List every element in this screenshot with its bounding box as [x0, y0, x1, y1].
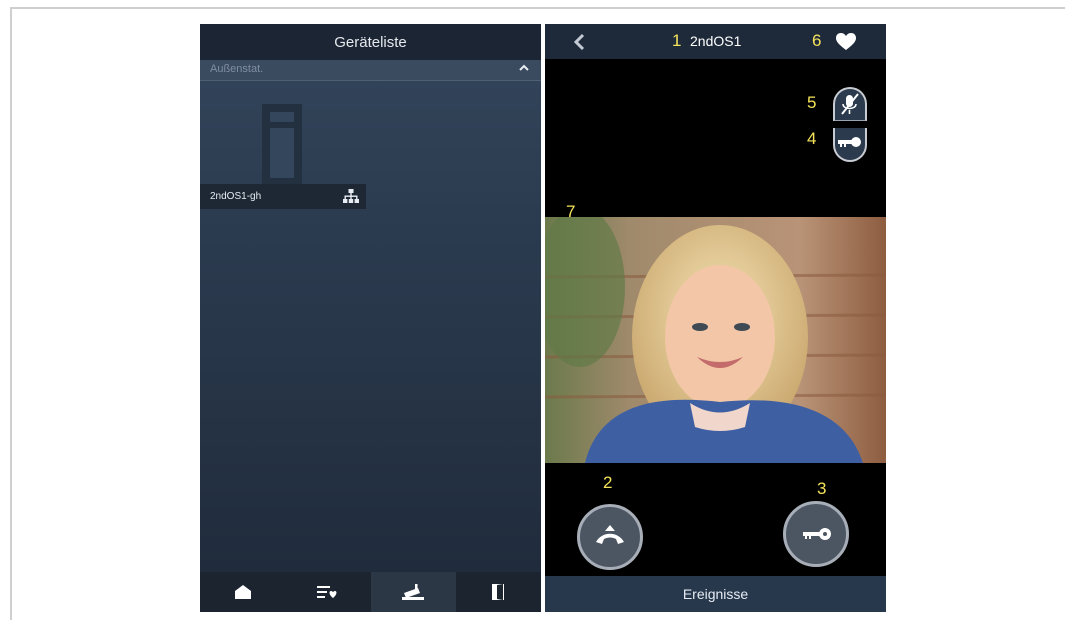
callout-3: 3: [817, 479, 827, 498]
camera-icon: [402, 584, 425, 600]
device-name: 2ndOS1-gh: [210, 191, 262, 202]
tab-door[interactable]: [456, 572, 541, 612]
video-feed-picture: [545, 217, 886, 463]
favorite-heart-icon[interactable]: [836, 33, 856, 51]
callout-6: 6: [812, 31, 822, 50]
tab-home[interactable]: [200, 572, 285, 612]
station-title: 2ndOS1: [690, 33, 742, 49]
page-frame-top: [10, 7, 1065, 9]
door-icon: [492, 584, 505, 600]
device-list-screen: Geräteliste Außenstat. 2ndOS1-gh: [200, 24, 541, 612]
callout-5: 5: [807, 93, 817, 112]
events-footer-button[interactable]: Ereignisse: [545, 576, 886, 612]
callout-4: 4: [807, 129, 817, 148]
end-call-button[interactable]: [577, 504, 643, 570]
live-video-image: [545, 217, 886, 463]
favorites-list-icon: [316, 586, 337, 598]
events-label: Ereignisse: [682, 586, 749, 602]
key-icon: [803, 528, 831, 540]
tab-bar: [200, 572, 541, 612]
network-icon: [343, 189, 359, 203]
tab-camera[interactable]: [370, 572, 456, 612]
back-icon[interactable]: [572, 33, 586, 51]
unlock-door-small-button[interactable]: [833, 128, 867, 162]
outdoor-station-section[interactable]: Außenstat.: [200, 60, 541, 81]
callout-1: 1: [672, 31, 682, 50]
page-title: Geräteliste: [334, 33, 407, 51]
microphone-off-icon: [841, 93, 859, 115]
page-frame-left: [10, 7, 12, 620]
callout-2: 2: [603, 473, 613, 492]
tab-favorites[interactable]: [285, 572, 370, 612]
device-list-item[interactable]: 2ndOS1-gh: [200, 184, 366, 209]
home-icon: [234, 585, 251, 599]
chevron-up-icon[interactable]: [518, 61, 530, 75]
call-screen: 1 2ndOS1 6 5 4 7 2 3 Ereignisse: [545, 24, 886, 612]
hang-up-icon: [596, 525, 624, 544]
unlock-door-button[interactable]: [783, 501, 849, 567]
outdoor-station-icon[interactable]: [262, 104, 302, 184]
key-icon: [838, 137, 861, 147]
device-list-header: Geräteliste: [200, 24, 541, 60]
call-header: 1 2ndOS1 6: [545, 24, 886, 59]
section-label: Außenstat.: [210, 63, 264, 75]
mute-microphone-button[interactable]: [833, 87, 867, 121]
